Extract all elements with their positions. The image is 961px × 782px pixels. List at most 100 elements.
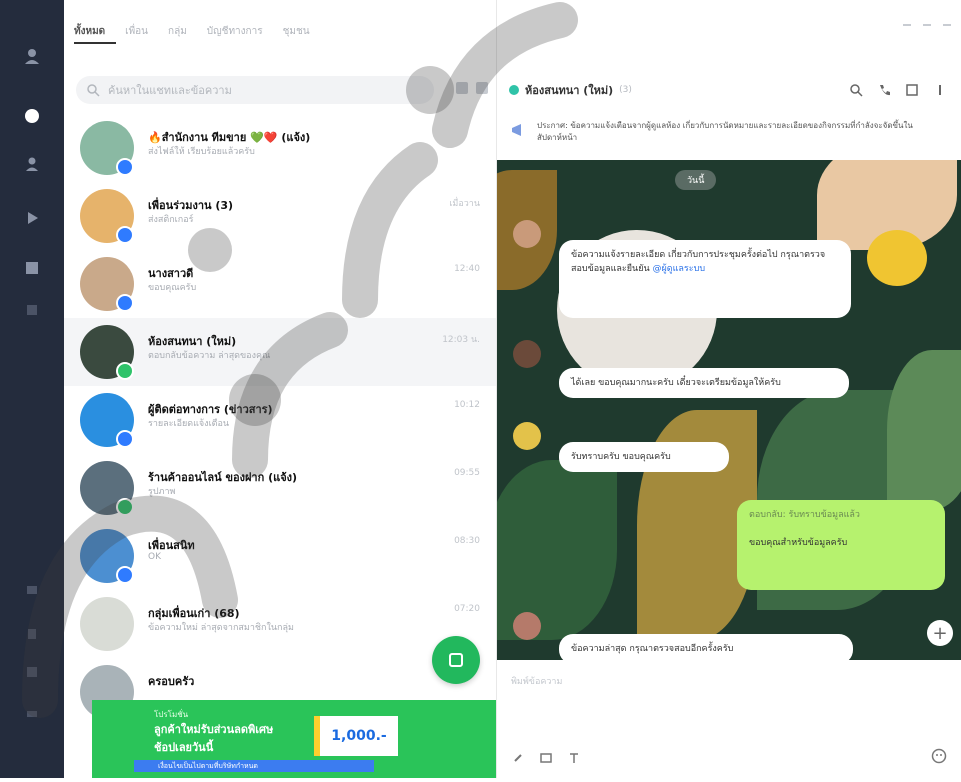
add-friend-icon[interactable] [20,578,44,602]
tab-official[interactable]: บัญชีทางการ [207,24,263,44]
keep-icon[interactable] [20,622,44,646]
sender-avatar[interactable] [513,422,541,450]
tab-community[interactable]: ชุมชน [283,24,310,44]
chat-preview: ส่งไฟล์ให้ เรียบร้อยแล้วครับ [148,147,255,157]
new-chat-button[interactable] [432,636,480,684]
message-input[interactable]: พิมพ์ข้อความ [511,674,562,688]
sender-avatar[interactable] [513,220,541,248]
message-bubble[interactable]: ข้อความล่าสุด กรุณาตรวจสอบอีกครั้งครับ [559,634,853,660]
emoji-icon[interactable] [931,748,947,764]
contacts-icon[interactable] [20,152,44,176]
chat-time: 12:03 น. [442,335,480,345]
room-toolbar [849,82,947,97]
tab-all[interactable]: ทั้งหมด [74,24,105,44]
maximize-icon[interactable] [923,24,931,26]
search-input[interactable]: ค้นหาในแชทและข้อความ [76,76,434,104]
attach-icon[interactable] [511,750,525,764]
chat-list-item[interactable]: ร้านค้าออนไลน์ ของฝาก (แจ้ง) รูปภาพ 09:55 [64,454,496,522]
chat-time: 09:55 [454,468,480,478]
banner-bar: เงื่อนไขเป็นไปตามที่บริษัทกำหนด [134,760,374,772]
status-badge [116,498,134,516]
wallpaper-leaf [887,350,961,510]
my-message-bubble[interactable]: ตอบกลับ: รับทราบข้อมูลแล้ว ขอบคุณสำหรับข… [737,500,945,590]
status-badge [116,362,134,380]
chat-time: 07:20 [454,604,480,614]
search-room-icon[interactable] [849,82,863,97]
screenshot-icon[interactable] [539,750,553,764]
message-bubble[interactable]: ข้อความแจ้งรายละเอียด เกี่ยวกับการประชุม… [559,240,851,318]
chat-time: 08:30 [454,536,480,546]
chat-preview: ขอบคุณครับ [148,283,197,293]
chat-preview: ส่งสติกเกอร์ [148,215,194,225]
message-text: รับทราบครับ ขอบคุณครับ [571,452,671,462]
nav-rail [0,0,64,778]
status-badge [116,566,134,584]
calendar-icon[interactable] [20,256,44,280]
minimize-icon[interactable] [903,24,911,26]
message-bubble[interactable]: ได้เลย ขอบคุณมากนะครับ เดี๋ยวจะเตรียมข้อ… [559,368,849,398]
chat-preview: รายละเอียดแจ้งเตือน [148,419,230,429]
close-icon[interactable] [943,24,951,26]
banner-line3: ช้อปเลยวันนี้ [154,741,214,754]
promo-banner[interactable]: โปรโมชั่น ลูกค้าใหม่รับส่วนลดพิเศษ ช้อปเ… [92,700,496,778]
message-bubble[interactable]: รับทราบครับ ขอบคุณครับ [559,442,729,472]
notes-room-icon[interactable] [905,82,919,96]
menu-icon[interactable] [933,82,947,96]
sender-avatar[interactable] [513,340,541,368]
call-icon[interactable] [877,82,891,96]
chat-list-item[interactable]: นางสาวดี ขอบคุณครับ 12:40 [64,250,496,318]
compose-icon [449,653,463,667]
message-text: ได้เลย ขอบคุณมากนะครับ เดี๋ยวจะเตรียมข้อ… [571,378,781,388]
sender-avatar[interactable] [513,612,541,640]
wallpaper-leaf [497,460,617,640]
room-member-count: (3) [619,85,632,95]
chat-list-item[interactable]: เพื่อนสนิท OK 08:30 [64,522,496,590]
profile-icon[interactable] [20,44,44,68]
chat-time: 10:12 [454,400,480,410]
room-name[interactable]: ห้องสนทนา (ใหม่) [525,81,613,99]
search-icon [87,84,100,97]
play-icon[interactable] [20,206,44,230]
wallpaper-chick [867,230,927,286]
announcement[interactable]: ประกาศ: ข้อความแจ้งเตือนจากผู้ดูแลห้อง เ… [509,120,949,156]
chat-list-item[interactable]: ห้องสนทนา (ใหม่) ตอบกลับข้อความ ล่าสุดของ… [64,318,496,386]
date-separator: วันนี้ [675,170,717,190]
mention-link[interactable]: @ผู้ดูแลระบบ [653,264,706,274]
chat-list-item[interactable]: ผู้ติดต่อทางการ (ข่าวสาร) รายละเอียดแจ้งเ… [64,386,496,454]
chat-filter-tabs: ทั้งหมด เพื่อน กลุ่ม บัญชีทางการ ชุมชน [74,24,310,44]
filter-icon[interactable] [456,82,468,94]
status-badge [116,430,134,448]
message-text: ขอบคุณสำหรับข้อมูลครับ [749,538,848,548]
reply-quote: ตอบกลับ: รับทราบข้อมูลแล้ว [749,510,860,520]
room-avatar [509,85,519,95]
apps-icon[interactable] [20,298,44,322]
chat-list-item[interactable]: 🔥สำนักงาน ทีมขาย 💚❤️ (แจ้ง) ส่งไฟล์ให้ เร… [64,114,496,182]
text-format-icon[interactable] [567,750,581,764]
chat-preview: ตอบกลับข้อความ ล่าสุดของคุณ [148,351,271,361]
chat-list-item[interactable]: กลุ่มเพื่อนเก่า (68) ข้อความใหม่ ล่าสุดจา… [64,590,496,658]
search-placeholder: ค้นหาในแชทและข้อความ [108,84,232,97]
settings-icon[interactable] [20,702,44,726]
add-chat-icon[interactable] [476,82,488,94]
scroll-down-button[interactable]: + [927,620,953,646]
banner-line2: ลูกค้าใหม่รับส่วนลดพิเศษ [154,723,274,736]
status-badge [116,294,134,312]
chat-preview: OK [148,552,161,562]
tab-groups[interactable]: กลุ่ม [168,24,187,44]
room-header: ห้องสนทนา (ใหม่) (3) [509,80,632,100]
window-controls [903,24,951,26]
megaphone-icon [512,124,521,136]
status-badge [116,158,134,176]
notes-icon[interactable] [20,660,44,684]
tab-friends[interactable]: เพื่อน [125,24,148,44]
avatar [80,597,134,651]
message-composer[interactable]: พิมพ์ข้อความ [497,660,961,778]
banner-price: 1,000.- [314,716,398,756]
chat-list-item[interactable]: เพื่อนร่วมงาน (3) ส่งสติกเกอร์ เมื่อวาน [64,182,496,250]
chat-icon[interactable] [20,104,44,128]
search-tools [456,82,488,94]
chat-time: เมื่อวาน [449,199,480,209]
chat-time: 12:40 [454,264,480,274]
message-text: ข้อความล่าสุด กรุณาตรวจสอบอีกครั้งครับ [571,644,734,654]
status-badge [116,226,134,244]
